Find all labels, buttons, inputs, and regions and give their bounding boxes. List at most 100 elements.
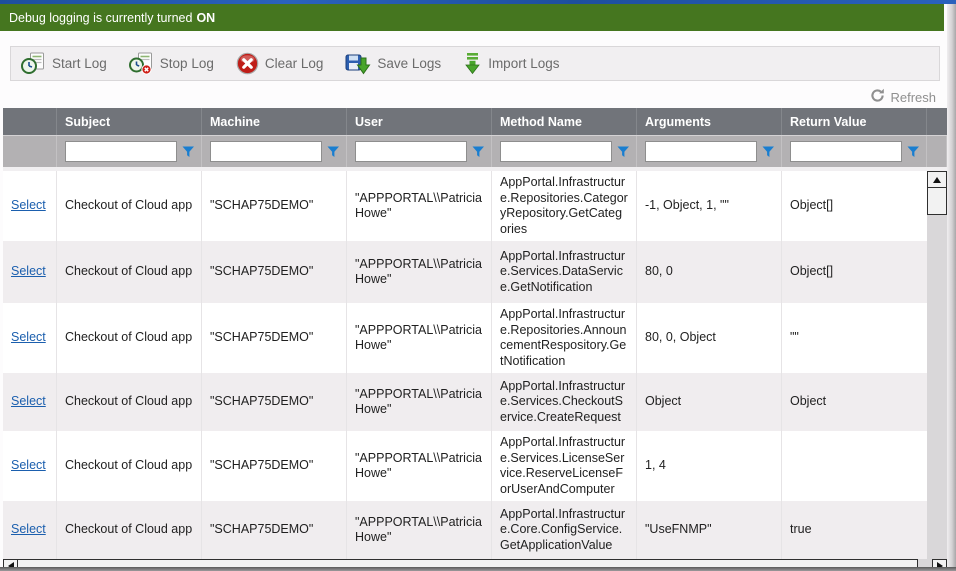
filter-input-return-value[interactable] (790, 141, 902, 162)
return-value-cell: Object[] (782, 241, 927, 303)
clear-log-button[interactable]: Clear Log (236, 52, 324, 75)
user-cell: "APPPORTAL\\PatriciaHowe" (347, 373, 492, 431)
machine-cell: "SCHAP75DEMO" (202, 303, 347, 373)
stop-log-label: Stop Log (160, 56, 214, 71)
save-logs-button[interactable]: Save Logs (345, 52, 441, 75)
filter-input-arguments[interactable] (645, 141, 757, 162)
stop-log-icon (129, 52, 154, 75)
filter-input-user[interactable] (355, 141, 467, 162)
table-row: Select Checkout of Cloud app "SCHAP75DEM… (3, 241, 927, 303)
header-select (3, 108, 57, 135)
header-machine[interactable]: Machine (202, 108, 347, 135)
refresh-icon (870, 88, 885, 106)
return-value-cell (782, 431, 927, 501)
filter-input-subject[interactable] (65, 141, 177, 162)
import-logs-icon (463, 52, 482, 75)
arguments-cell: "UseFNMP" (637, 501, 782, 559)
banner-status: ON (196, 11, 215, 25)
filter-funnel-icon[interactable] (907, 146, 920, 158)
return-value-cell: Object[] (782, 171, 927, 241)
filter-funnel-icon[interactable] (762, 146, 775, 158)
select-link[interactable]: Select (11, 330, 46, 346)
arguments-cell: 80, 0 (637, 241, 782, 303)
banner-message: Debug logging is currently turned (9, 11, 192, 25)
filter-select-cell (3, 136, 57, 167)
vertical-scrollbar[interactable] (927, 171, 947, 559)
select-link[interactable]: Select (11, 458, 46, 474)
debug-log-grid: Subject Machine User Method Name Argumen… (3, 108, 947, 571)
filter-filler (927, 136, 947, 167)
select-link[interactable]: Select (11, 522, 46, 538)
select-link[interactable]: Select (11, 394, 46, 410)
up-arrow-icon (933, 177, 941, 183)
scroll-up-button[interactable] (927, 171, 947, 188)
subject-cell: Checkout of Cloud app (57, 171, 202, 241)
subject-cell: Checkout of Cloud app (57, 431, 202, 501)
method-name-cell: AppPortal.Infrastructure.Repositories.Ca… (492, 171, 637, 241)
log-toolbar: Start Log Stop Log (10, 46, 940, 81)
user-cell: "APPPORTAL\\PatriciaHowe" (347, 431, 492, 501)
select-cell: Select (3, 373, 57, 431)
select-link[interactable]: Select (11, 198, 46, 214)
machine-cell: "SCHAP75DEMO" (202, 501, 347, 559)
filter-funnel-icon[interactable] (472, 146, 485, 158)
filter-method-name-cell (492, 136, 637, 167)
subject-cell: Checkout of Cloud app (57, 373, 202, 431)
filter-funnel-icon[interactable] (617, 146, 630, 158)
filter-arguments-cell (637, 136, 782, 167)
user-cell: "APPPORTAL\\PatriciaHowe" (347, 303, 492, 373)
import-logs-label: Import Logs (488, 56, 559, 71)
window-right-border (947, 4, 956, 571)
filter-funnel-icon[interactable] (327, 146, 340, 158)
grid-header-row: Subject Machine User Method Name Argumen… (3, 108, 947, 135)
start-log-button[interactable]: Start Log (21, 52, 107, 75)
arguments-cell: 80, 0, Object (637, 303, 782, 373)
table-row: Select Checkout of Cloud app "SCHAP75DEM… (3, 171, 927, 241)
method-name-cell: AppPortal.Infrastructure.Services.DataSe… (492, 241, 637, 303)
machine-cell: "SCHAP75DEMO" (202, 431, 347, 501)
filter-input-method-name[interactable] (500, 141, 612, 162)
grid-rows: Select Checkout of Cloud app "SCHAP75DEM… (3, 171, 927, 559)
filter-funnel-icon[interactable] (182, 146, 195, 158)
select-link[interactable]: Select (11, 264, 46, 280)
header-user[interactable]: User (347, 108, 492, 135)
method-name-cell: AppPortal.Infrastructure.Services.Licens… (492, 431, 637, 501)
select-cell: Select (3, 241, 57, 303)
vertical-scrollbar-thumb[interactable] (927, 188, 947, 215)
user-cell: "APPPORTAL\\PatriciaHowe" (347, 171, 492, 241)
arguments-cell: -1, Object, 1, "" (637, 171, 782, 241)
header-method-name[interactable]: Method Name (492, 108, 637, 135)
method-name-cell: AppPortal.Infrastructure.Core.ConfigServ… (492, 501, 637, 559)
user-cell: "APPPORTAL\\PatriciaHowe" (347, 501, 492, 559)
start-log-label: Start Log (52, 56, 107, 71)
return-value-cell: Object (782, 373, 927, 431)
subject-cell: Checkout of Cloud app (57, 241, 202, 303)
table-row: Select Checkout of Cloud app "SCHAP75DEM… (3, 431, 927, 501)
method-name-cell: AppPortal.Infrastructure.Repositories.An… (492, 303, 637, 373)
clear-log-icon (236, 52, 259, 75)
machine-cell: "SCHAP75DEMO" (202, 171, 347, 241)
import-logs-button[interactable]: Import Logs (463, 52, 559, 75)
return-value-cell: "" (782, 303, 927, 373)
save-logs-label: Save Logs (377, 56, 441, 71)
filter-input-machine[interactable] (210, 141, 322, 162)
filter-user-cell (347, 136, 492, 167)
machine-cell: "SCHAP75DEMO" (202, 373, 347, 431)
header-return-value[interactable]: Return Value (782, 108, 927, 135)
table-row: Select Checkout of Cloud app "SCHAP75DEM… (3, 501, 927, 559)
header-arguments[interactable]: Arguments (637, 108, 782, 135)
stop-log-button[interactable]: Stop Log (129, 52, 214, 75)
arguments-cell: Object (637, 373, 782, 431)
user-cell: "APPPORTAL\\PatriciaHowe" (347, 241, 492, 303)
select-cell: Select (3, 171, 57, 241)
refresh-button[interactable]: Refresh (870, 88, 936, 106)
method-name-cell: AppPortal.Infrastructure.Services.Checko… (492, 373, 637, 431)
save-logs-icon (345, 52, 371, 75)
header-filler (927, 108, 947, 135)
filter-subject-cell (57, 136, 202, 167)
debug-log-window: Debug logging is currently turned ON Sta… (0, 0, 956, 571)
debug-logging-banner: Debug logging is currently turned ON (0, 4, 944, 31)
subject-cell: Checkout of Cloud app (57, 501, 202, 559)
table-row: Select Checkout of Cloud app "SCHAP75DEM… (3, 303, 927, 373)
header-subject[interactable]: Subject (57, 108, 202, 135)
